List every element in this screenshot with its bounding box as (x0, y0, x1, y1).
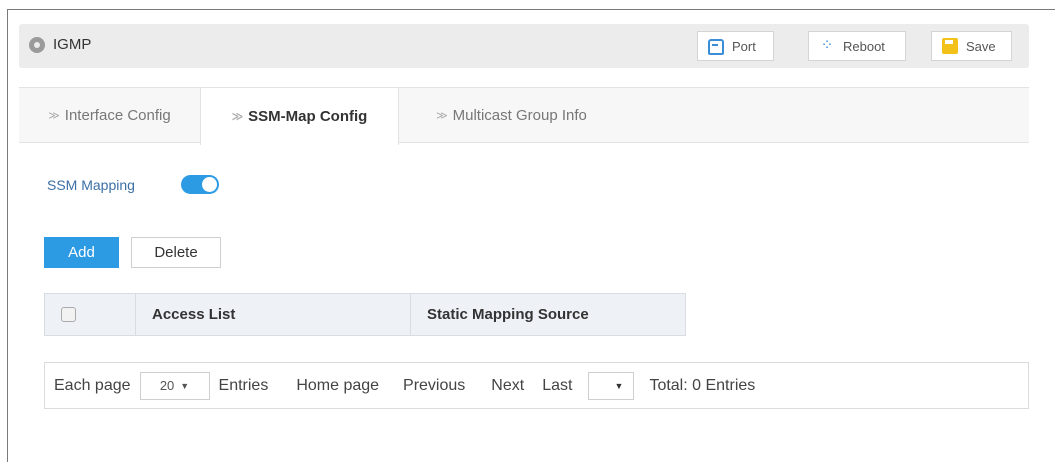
dropdown-arrow-icon: ▼ (180, 380, 190, 391)
chevron-right-icon: ≫ (436, 110, 448, 122)
save-button-label: Save (966, 38, 996, 54)
ssm-mapping-label: SSM Mapping (47, 177, 135, 193)
tab-label: Interface Config (64, 107, 171, 124)
home-page-link[interactable]: Home page (296, 377, 379, 395)
dropdown-arrow-icon: ▼ (614, 380, 624, 391)
page-size-select[interactable]: 20 ▼ (139, 371, 210, 400)
tab-multicast-group-info[interactable]: ≫ Multicast Group Info (399, 88, 624, 143)
tab-label: SSM-Map Config (248, 108, 368, 125)
tab-label: Multicast Group Info (452, 107, 587, 124)
page-header: IGMP Port ⁘ Reboot Save (19, 24, 1029, 68)
previous-page-link[interactable]: Previous (403, 377, 465, 395)
reboot-spinner-icon: ⁘ (820, 37, 834, 54)
page-size-value: 20 (159, 378, 175, 393)
save-button[interactable]: Save (931, 31, 1012, 61)
port-button-label: Port (732, 38, 756, 54)
port-icon (708, 39, 724, 55)
page-title: IGMP (53, 36, 92, 53)
column-header-static-mapping-source[interactable]: Static Mapping Source (411, 294, 685, 335)
table-header: Access List Static Mapping Source (44, 293, 686, 336)
delete-button[interactable]: Delete (131, 237, 221, 268)
reboot-button[interactable]: ⁘ Reboot (808, 31, 906, 61)
header-title-group: IGMP (29, 36, 91, 53)
chevron-right-icon: ≫ (231, 111, 244, 123)
tab-interface-config[interactable]: ≫ Interface Config (19, 88, 200, 143)
add-button[interactable]: Add (44, 237, 119, 268)
each-page-label: Each page (54, 376, 131, 394)
select-all-checkbox[interactable] (61, 307, 76, 322)
chevron-right-icon: ≫ (48, 110, 60, 122)
total-entries-label: Total: 0 Entries (649, 376, 756, 394)
tab-bar: ≫ Interface Config ≫ SSM-Map Config ≫ Mu… (19, 87, 1029, 145)
tab-ssm-map-config[interactable]: ≫ SSM-Map Config (200, 88, 399, 145)
ssm-mapping-toggle[interactable] (181, 175, 219, 194)
location-pin-icon (29, 36, 45, 53)
column-header-access-list[interactable]: Access List (136, 294, 411, 335)
reboot-button-label: Reboot (843, 38, 885, 54)
port-button[interactable]: Port (697, 31, 774, 61)
pagination-bar: Each page 20 ▼ Entries Home page Previou… (44, 362, 1029, 409)
save-disk-icon (942, 38, 958, 54)
next-page-link[interactable]: Next (491, 377, 524, 395)
select-all-cell (45, 294, 136, 335)
entries-label: Entries (218, 376, 269, 394)
page-jump-select[interactable]: ▼ (588, 371, 635, 400)
last-page-link[interactable]: Last (542, 377, 572, 395)
